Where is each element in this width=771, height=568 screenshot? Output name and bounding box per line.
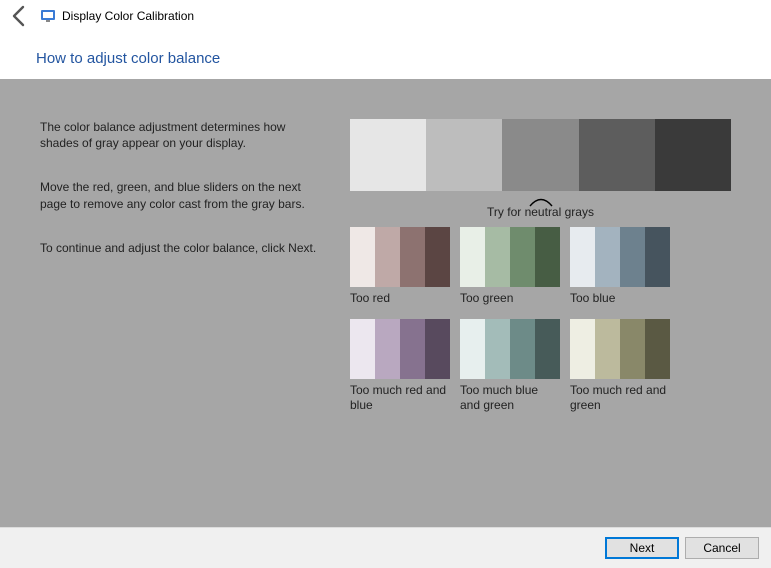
gray-swatch xyxy=(426,119,502,191)
example-too-blue-green: Too much blue and green xyxy=(460,319,560,412)
example-too-red-blue: Too much red and blue xyxy=(350,319,450,412)
footer: Next Cancel xyxy=(0,527,771,568)
example-too-blue: Too blue xyxy=(570,227,670,305)
page-heading: How to adjust color balance xyxy=(0,32,771,79)
gray-swatch xyxy=(502,119,578,191)
color-swatch xyxy=(535,227,560,287)
color-swatch xyxy=(570,319,595,379)
example-label: Too green xyxy=(460,291,560,305)
color-swatch xyxy=(485,227,510,287)
example-label: Too blue xyxy=(570,291,670,305)
titlebar: Display Color Calibration xyxy=(0,0,771,32)
color-swatch xyxy=(570,227,595,287)
neutral-caption: Try for neutral grays xyxy=(350,205,731,219)
cancel-button[interactable]: Cancel xyxy=(685,537,759,559)
color-swatch xyxy=(425,319,450,379)
instruction-paragraph: The color balance adjustment determines … xyxy=(40,119,320,151)
next-button[interactable]: Next xyxy=(605,537,679,559)
color-swatch xyxy=(460,227,485,287)
app-icon xyxy=(40,8,56,24)
examples-grid: Too red Too green xyxy=(350,227,731,426)
instruction-paragraph: To continue and adjust the color balance… xyxy=(40,240,320,256)
color-swatch xyxy=(350,227,375,287)
example-too-red: Too red xyxy=(350,227,450,305)
color-swatch xyxy=(460,319,485,379)
color-swatch xyxy=(645,319,670,379)
gray-swatch xyxy=(579,119,655,191)
color-swatch xyxy=(400,227,425,287)
color-swatch xyxy=(375,319,400,379)
content-area: The color balance adjustment determines … xyxy=(0,79,771,527)
example-label: Too much blue and green xyxy=(460,383,560,412)
gray-swatch xyxy=(350,119,426,191)
example-too-red-green: Too much red and green xyxy=(570,319,670,412)
back-button[interactable] xyxy=(8,4,32,28)
gray-swatch xyxy=(655,119,731,191)
color-swatch xyxy=(375,227,400,287)
window-title: Display Color Calibration xyxy=(62,9,194,23)
window: Display Color Calibration How to adjust … xyxy=(0,0,771,568)
example-too-green: Too green xyxy=(460,227,560,305)
color-swatch xyxy=(510,319,535,379)
instructions: The color balance adjustment determines … xyxy=(40,119,350,507)
color-swatch xyxy=(620,227,645,287)
arrow-left-icon xyxy=(8,4,32,28)
samples: Try for neutral grays Too red xyxy=(350,119,731,507)
example-label: Too much red and green xyxy=(570,383,670,412)
example-label: Too red xyxy=(350,291,450,305)
example-label: Too much red and blue xyxy=(350,383,450,412)
neutral-gray-bar xyxy=(350,119,731,191)
color-swatch xyxy=(350,319,375,379)
color-swatch xyxy=(595,227,620,287)
color-swatch xyxy=(485,319,510,379)
color-swatch xyxy=(425,227,450,287)
color-swatch xyxy=(645,227,670,287)
color-swatch xyxy=(400,319,425,379)
instruction-paragraph: Move the red, green, and blue sliders on… xyxy=(40,179,320,211)
color-swatch xyxy=(620,319,645,379)
color-swatch xyxy=(595,319,620,379)
color-swatch xyxy=(510,227,535,287)
color-swatch xyxy=(535,319,560,379)
